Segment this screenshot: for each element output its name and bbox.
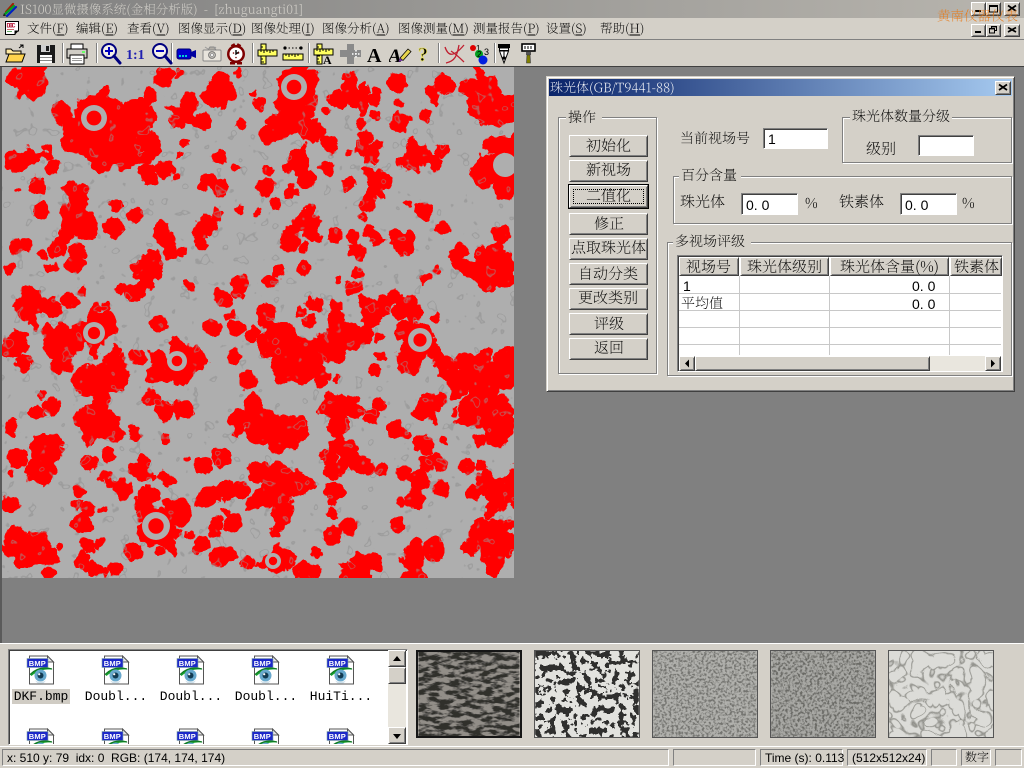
svg-text:BMP: BMP xyxy=(254,732,271,741)
svg-text:BMP: BMP xyxy=(104,659,121,668)
svg-text:BMP: BMP xyxy=(104,732,121,741)
svg-text:A: A xyxy=(389,46,403,66)
svg-text:1:1: 1:1 xyxy=(126,48,145,63)
svg-text:3: 3 xyxy=(484,47,489,57)
svg-text:BMP: BMP xyxy=(29,732,46,741)
svg-text:A: A xyxy=(323,53,332,66)
svg-text:BMP: BMP xyxy=(329,659,346,668)
svg-text:BMP: BMP xyxy=(179,659,196,668)
svg-text:BMP: BMP xyxy=(179,732,196,741)
svg-text:BMP: BMP xyxy=(329,732,346,741)
svg-text:DOC: DOC xyxy=(7,24,17,30)
svg-text:BMP: BMP xyxy=(29,659,46,668)
svg-text:A: A xyxy=(367,45,382,66)
svg-text:BMP: BMP xyxy=(254,659,271,668)
svg-text:?: ? xyxy=(418,44,428,66)
